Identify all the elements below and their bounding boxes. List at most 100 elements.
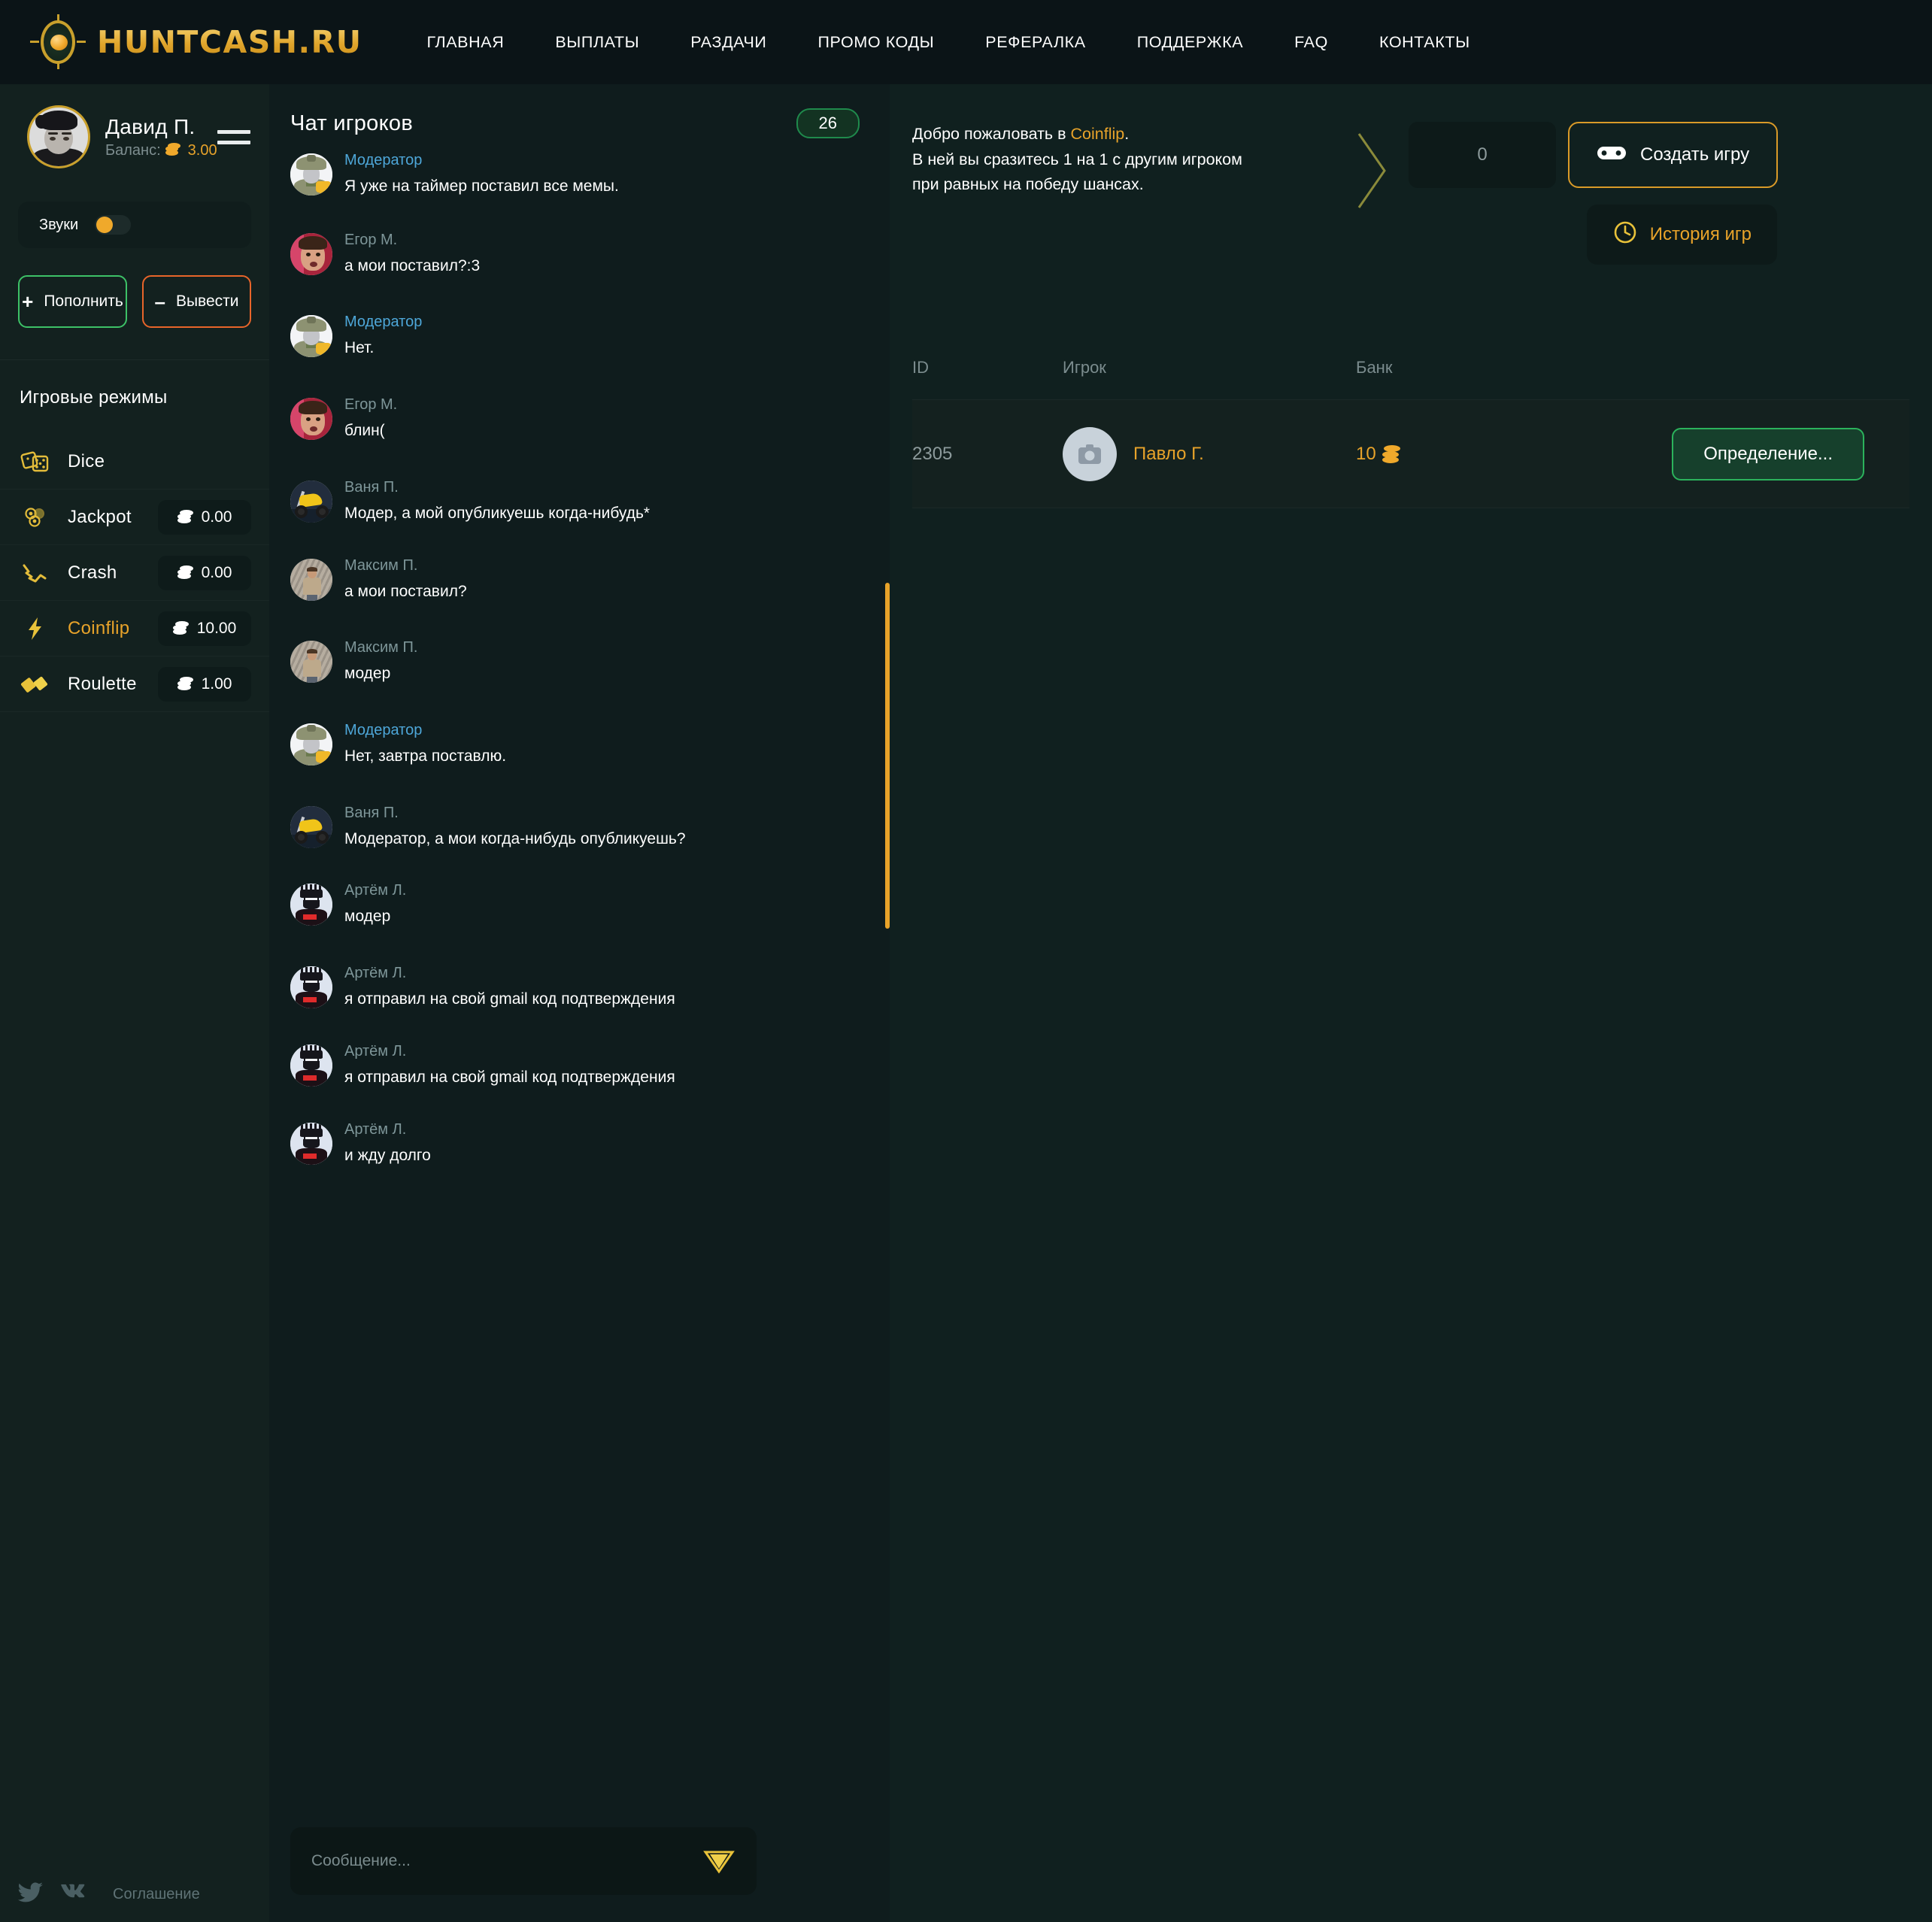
history-button[interactable]: История игр [1586,205,1777,265]
brand-logo[interactable]: HUNTCASH.RU [30,14,362,70]
chat-text: и жду долго [344,1146,431,1164]
dice-icon [20,446,51,477]
sidebar-item-jackpot[interactable]: Jackpot 0.00 [0,490,269,545]
create-game-button[interactable]: Создать игру [1568,122,1779,188]
mode-amount-badge: 0.00 [158,555,251,590]
avatar [290,805,332,848]
chat-message: Ваня П. Модератор, а мои когда-нибудь оп… [269,803,890,850]
chat-panel: Чат игроков 26 Модератор Я уже на таймер… [269,84,890,1922]
welcome-line-3: при равных на победу шансах. [912,175,1144,194]
avatar [290,1122,332,1165]
nav-item-payouts[interactable]: ВЫПЛАТЫ [555,33,639,52]
chat-author[interactable]: Модератор [344,152,619,169]
send-icon[interactable] [702,1846,735,1876]
chat-text: блин( [344,422,385,440]
withdraw-label: Вывести [175,293,239,310]
table-row[interactable]: 2305 Павло Г. 10 Определение... [912,400,1909,508]
agreement-link[interactable]: Соглашение [113,1886,200,1903]
online-count-badge: 26 [796,108,860,138]
chat-author[interactable]: Егор М. [344,396,397,414]
deposit-label: Пополнить [44,293,123,310]
chat-author[interactable]: Максим П. [344,557,467,574]
nav-item-referral[interactable]: РЕФЕРАЛКА [985,33,1085,52]
balance-display: Баланс: 3.00 [105,142,217,159]
withdraw-button[interactable]: – Вывести [142,275,251,328]
chat-message: Артём Л. и жду долго [269,1120,890,1166]
mode-amount: 0.00 [201,563,232,581]
chat-author[interactable]: Ваня П. [344,805,686,822]
top-header: HUNTCASH.RU ГЛАВНАЯ ВЫПЛАТЫ РАЗДАЧИ ПРОМ… [0,0,1932,84]
chat-author[interactable]: Артём Л. [344,882,406,899]
nav-item-promo[interactable]: ПРОМО КОДЫ [818,33,935,52]
coin-icon [165,143,182,158]
nav-item-giveaways[interactable]: РАЗДАЧИ [690,33,766,52]
app-root: HUNTCASH.RU ГЛАВНАЯ ВЫПЛАТЫ РАЗДАЧИ ПРОМ… [0,0,1932,1922]
sidebar-item-roulette[interactable]: Roulette 1.00 [0,656,269,712]
menu-toggle-icon[interactable] [217,127,250,147]
column-header-player: Игрок [1063,357,1106,377]
chat-text: а мои поставил? [344,582,467,600]
chat-author[interactable]: Артём Л. [344,1121,431,1138]
nav-item-support[interactable]: ПОДДЕРЖКА [1137,33,1243,52]
deposit-button[interactable]: + Пополнить [18,275,127,328]
avatar [290,398,332,441]
avatar [290,723,332,766]
row-bank: 10 [1356,444,1672,465]
main-content: Добро пожаловать в Coinflip. В ней вы ср… [890,84,1932,1922]
welcome-suffix: . [1124,125,1130,143]
avatar [290,232,332,275]
chat-message: Артём Л. модер [269,881,890,927]
mode-amount-badge: 10.00 [158,611,251,646]
sidebar-item-crash[interactable]: Crash 0.00 [0,545,269,601]
sidebar-item-dice[interactable]: Dice [0,434,269,490]
vk-icon[interactable] [60,1881,86,1908]
gamepad-icon [1597,143,1627,168]
chat-message: Артём Л. я отправил на свой gmail код по… [269,1041,890,1088]
sidebar-item-coinflip[interactable]: Coinflip 10.00 [0,601,269,656]
chat-author[interactable]: Егор М. [344,232,480,249]
sound-label: Звуки [39,216,79,233]
wallet-actions: + Пополнить – Вывести [0,248,269,328]
message-input[interactable] [311,1852,702,1870]
chat-message: Егор М. блин( [269,395,890,441]
history-label: История игр [1649,224,1752,244]
chat-text: модер [344,908,391,926]
row-player-name[interactable]: Павло Г. [1133,444,1204,465]
avatar[interactable] [27,105,90,168]
coin-icon [177,509,194,525]
coinflip-icon [20,613,51,644]
chat-message: Модератор Нет. [269,312,890,359]
coin-icon [1382,444,1402,464]
avatar [290,641,332,684]
game-modes-title: Игровые режимы [20,387,168,408]
avatar [290,558,332,601]
brand-name: HUNTCASH.RU [97,24,362,60]
chat-text: Я уже на таймер поставил все мемы. [344,177,619,195]
coin-icon [177,565,194,581]
avatar [290,884,332,926]
chat-author[interactable]: Модератор [344,722,506,739]
chat-author[interactable]: Модератор [344,314,422,331]
avatar [290,1044,332,1087]
chat-author[interactable]: Артём Л. [344,965,675,982]
determine-button[interactable]: Определение... [1672,427,1864,480]
chat-author[interactable]: Артём Л. [344,1043,675,1060]
chat-text: Модератор, а мои когда-нибудь опубликуеш… [344,829,686,847]
minus-icon: – [154,290,165,313]
crosshair-target-icon [30,14,86,70]
chat-text: Нет, завтра поставлю. [344,747,507,765]
chat-author[interactable]: Ваня П. [344,479,650,496]
nav-item-contacts[interactable]: КОНТАКТЫ [1379,33,1470,52]
chat-author[interactable]: Максим П. [344,639,417,656]
twitter-icon[interactable] [18,1881,44,1908]
avatar [290,480,332,523]
chat-message-list[interactable]: Модератор Я уже на таймер поставил все м… [269,150,890,1827]
chat-message: Максим П. а мои поставил? [269,556,890,602]
welcome-text: Добро пожаловать в Coinflip. В ней вы ср… [890,122,1341,198]
sound-toggle[interactable] [95,215,132,235]
nav-item-faq[interactable]: FAQ [1294,33,1328,52]
coinflip-link[interactable]: Coinflip [1071,125,1125,143]
column-header-bank: Банк [1356,357,1393,377]
nav-item-home[interactable]: ГЛАВНАЯ [427,33,505,52]
bet-amount-input[interactable]: 0 [1409,122,1556,188]
